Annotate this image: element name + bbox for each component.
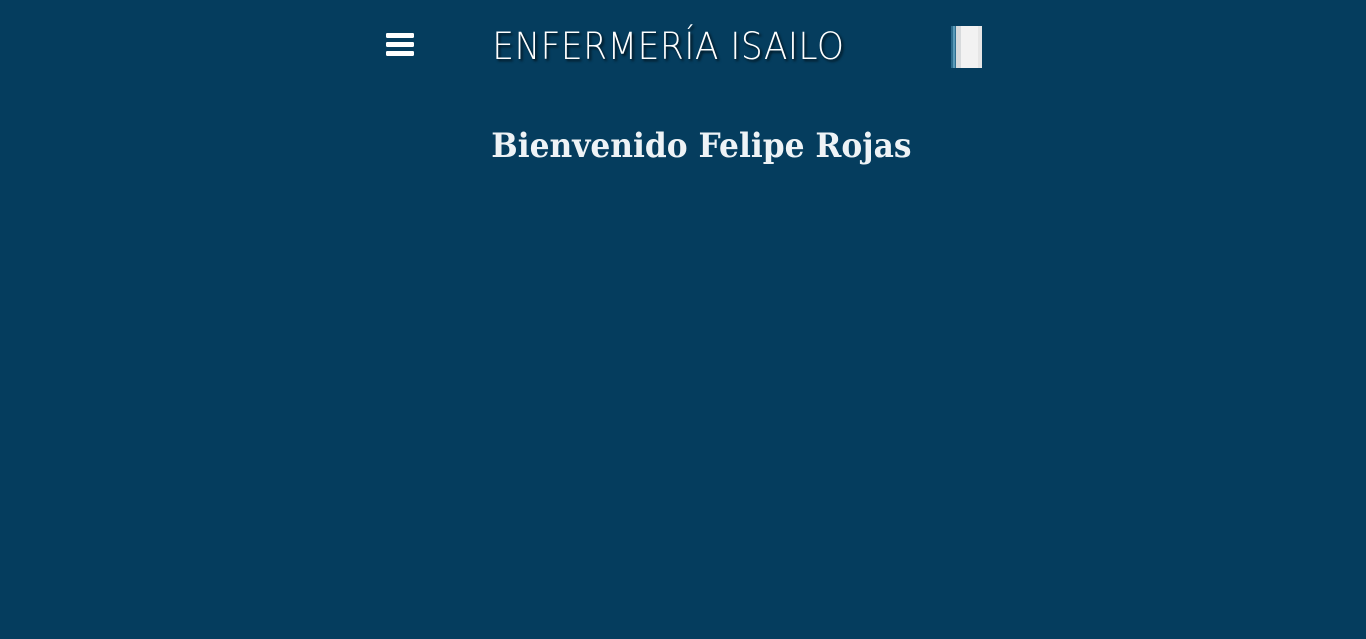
book-button[interactable] bbox=[948, 24, 986, 70]
welcome-text: Bienvenido Felipe Rojas bbox=[490, 126, 912, 166]
top-header: ENFERMERÍA ISAILO bbox=[0, 0, 1366, 92]
open-book-icon bbox=[948, 24, 986, 70]
app-title: ENFERMERÍA ISAILO bbox=[0, 22, 1366, 72]
welcome-heading: Bienvenido Felipe Rojas bbox=[0, 121, 1366, 171]
app-title-text: ENFERMERÍA ISAILO bbox=[491, 25, 845, 68]
